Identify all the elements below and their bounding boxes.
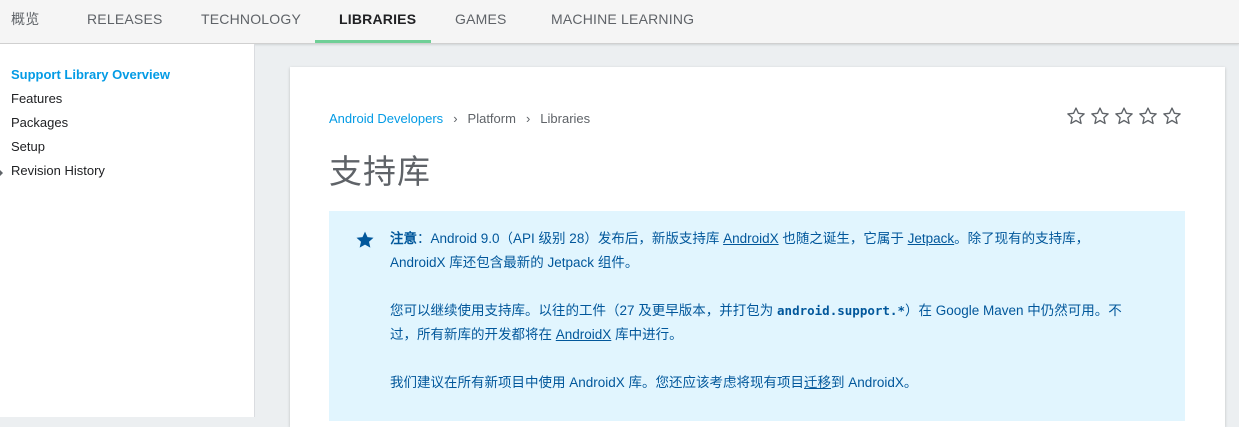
sidebar-item-support-library-overview[interactable]: Support Library Overview: [11, 67, 170, 82]
page-title: 支持库: [329, 153, 431, 190]
breadcrumb: Android Developers › Platform › Librarie…: [329, 111, 590, 126]
top-tab-bar: 概览 RELEASES TECHNOLOGY LIBRARIES GAMES M…: [0, 0, 1239, 44]
sidebar-item-packages[interactable]: Packages: [11, 115, 68, 130]
note-text: 您可以继续使用支持库。以往的工件（27 及更早版本，并打包为: [390, 303, 778, 318]
star-outline-icon[interactable]: [1066, 106, 1086, 126]
star-icon: [356, 231, 374, 248]
tab-libraries[interactable]: LIBRARIES: [339, 0, 416, 40]
note-callout: 注意：Android 9.0（API 级别 28）发布后，新版支持库 Andro…: [329, 211, 1185, 421]
breadcrumb-android-developers[interactable]: Android Developers: [329, 111, 443, 126]
sidebar: Support Library Overview Features Packag…: [0, 44, 255, 417]
star-outline-icon[interactable]: [1162, 106, 1182, 126]
note-text: ）在 Google Maven 中仍然可用。不: [904, 303, 1122, 318]
note-paragraph: 您可以继续使用支持库。以往的工件（27 及更早版本，并打包为 android.s…: [390, 299, 1160, 347]
androidx-link[interactable]: AndroidX: [556, 327, 612, 342]
tab-releases[interactable]: RELEASES: [87, 0, 163, 40]
jetpack-link[interactable]: Jetpack: [908, 231, 955, 246]
note-text: 到 AndroidX。: [831, 375, 918, 390]
note-text: 我们建议在所有新项目中使用 AndroidX 库。您还应该考虑将现有项目: [390, 375, 805, 390]
star-outline-icon[interactable]: [1138, 106, 1158, 126]
note-paragraph: 注意：Android 9.0（API 级别 28）发布后，新版支持库 Andro…: [390, 227, 1160, 275]
note-text: ：Android 9.0（API 级别 28）发布后，新版支持库: [417, 231, 724, 246]
content-card: Android Developers › Platform › Librarie…: [290, 67, 1225, 427]
star-rating: [1066, 106, 1182, 126]
tab-machine-learning[interactable]: MACHINE LEARNING: [551, 0, 694, 40]
code-snippet: android.support.*: [777, 303, 905, 318]
tab-games[interactable]: GAMES: [455, 0, 507, 40]
tab-overview[interactable]: 概览: [11, 0, 39, 40]
tab-technology[interactable]: TECHNOLOGY: [201, 0, 301, 40]
sidebar-item-revision-history[interactable]: Revision History: [11, 163, 105, 178]
breadcrumb-platform[interactable]: Platform: [468, 111, 516, 126]
note-label: 注意: [390, 231, 417, 246]
note-paragraph: 我们建议在所有新项目中使用 AndroidX 库。您还应该考虑将现有项目迁移到 …: [390, 371, 1160, 395]
expand-caret-icon[interactable]: [0, 170, 3, 176]
note-text: 过，所有新库的开发都将在: [390, 327, 556, 342]
note-text: 。除了现有的支持库，: [954, 231, 1090, 246]
migrate-link[interactable]: 迁移: [804, 375, 831, 390]
star-outline-icon[interactable]: [1090, 106, 1110, 126]
sidebar-item-features[interactable]: Features: [11, 91, 62, 106]
note-text: 也随之诞生，它属于: [778, 231, 908, 246]
active-tab-indicator: [315, 40, 431, 43]
sidebar-item-setup[interactable]: Setup: [11, 139, 45, 154]
note-text: AndroidX 库还包含最新的 Jetpack 组件。: [390, 255, 639, 270]
androidx-link[interactable]: AndroidX: [723, 231, 779, 246]
note-text: 库中进行。: [611, 327, 683, 342]
chevron-right-icon: ›: [453, 111, 458, 126]
chevron-right-icon: ›: [525, 111, 531, 126]
star-outline-icon[interactable]: [1114, 106, 1134, 126]
breadcrumb-libraries[interactable]: Libraries: [540, 111, 590, 126]
